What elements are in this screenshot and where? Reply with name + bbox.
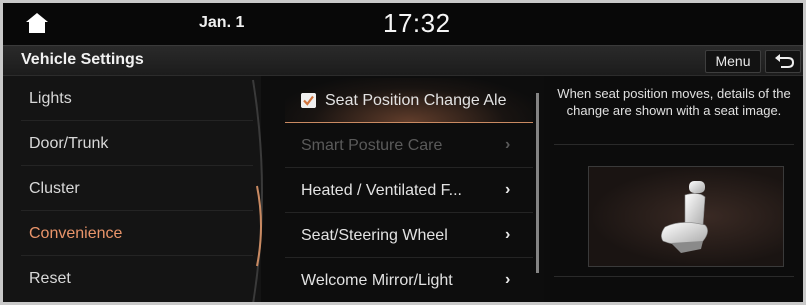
option-smart-posture-care: Smart Posture Care › <box>285 123 533 168</box>
category-label: Door/Trunk <box>29 135 109 152</box>
category-label: Cluster <box>29 180 80 197</box>
divider <box>554 276 794 277</box>
info-description: When seat position moves, details of the… <box>557 86 791 118</box>
back-arrow-icon <box>775 54 795 68</box>
option-label: Seat/Steering Wheel <box>301 227 448 244</box>
status-clock: 17:32 <box>383 8 451 38</box>
divider <box>554 144 794 145</box>
option-label: Heated / Ventilated F... <box>301 182 462 199</box>
category-label: Convenience <box>29 225 123 242</box>
menu-button[interactable]: Menu <box>705 50 761 73</box>
option-seat-position-change-alert[interactable]: Seat Position Change Ale <box>285 78 533 123</box>
category-convenience[interactable]: Convenience <box>21 211 253 256</box>
options-list: Seat Position Change Ale Smart Posture C… <box>275 76 537 302</box>
option-seat-steering-wheel[interactable]: Seat/Steering Wheel › <box>285 213 533 258</box>
category-list: Lights Door/Trunk Cluster Convenience Re… <box>3 76 261 302</box>
status-bar: Jan. 1 17:32 <box>3 3 803 45</box>
category-door-trunk[interactable]: Door/Trunk <box>21 121 253 166</box>
option-heated-ventilated[interactable]: Heated / Ventilated F... › <box>285 168 533 213</box>
scrollbar[interactable] <box>536 93 539 273</box>
status-date: Jan. 1 <box>199 14 245 31</box>
seat-image-preview <box>588 166 784 267</box>
category-label: Reset <box>29 270 71 287</box>
category-cluster[interactable]: Cluster <box>21 166 253 211</box>
curved-divider <box>252 79 263 302</box>
chevron-right-icon: › <box>505 181 511 198</box>
seat-icon <box>661 181 708 253</box>
chevron-right-icon: › <box>505 136 511 153</box>
chevron-right-icon: › <box>505 226 511 243</box>
category-lights[interactable]: Lights <box>21 76 253 121</box>
home-icon[interactable] <box>25 12 49 34</box>
option-label: Welcome Mirror/Light <box>301 272 453 289</box>
checkbox-checked-icon[interactable] <box>301 93 316 108</box>
chevron-right-icon: › <box>505 271 511 288</box>
page-title: Vehicle Settings <box>21 51 144 68</box>
category-label: Lights <box>29 90 72 107</box>
category-reset[interactable]: Reset <box>21 256 253 301</box>
info-panel: When seat position moves, details of the… <box>544 76 803 302</box>
option-welcome-mirror-light[interactable]: Welcome Mirror/Light › <box>285 258 533 302</box>
option-label: Smart Posture Care <box>301 137 443 154</box>
option-label: Seat Position Change Ale <box>325 92 507 109</box>
back-button[interactable] <box>765 50 801 73</box>
vehicle-settings-screen: Jan. 1 17:32 Vehicle Settings Menu Light… <box>0 0 806 305</box>
title-bar: Vehicle Settings Menu <box>3 45 803 76</box>
